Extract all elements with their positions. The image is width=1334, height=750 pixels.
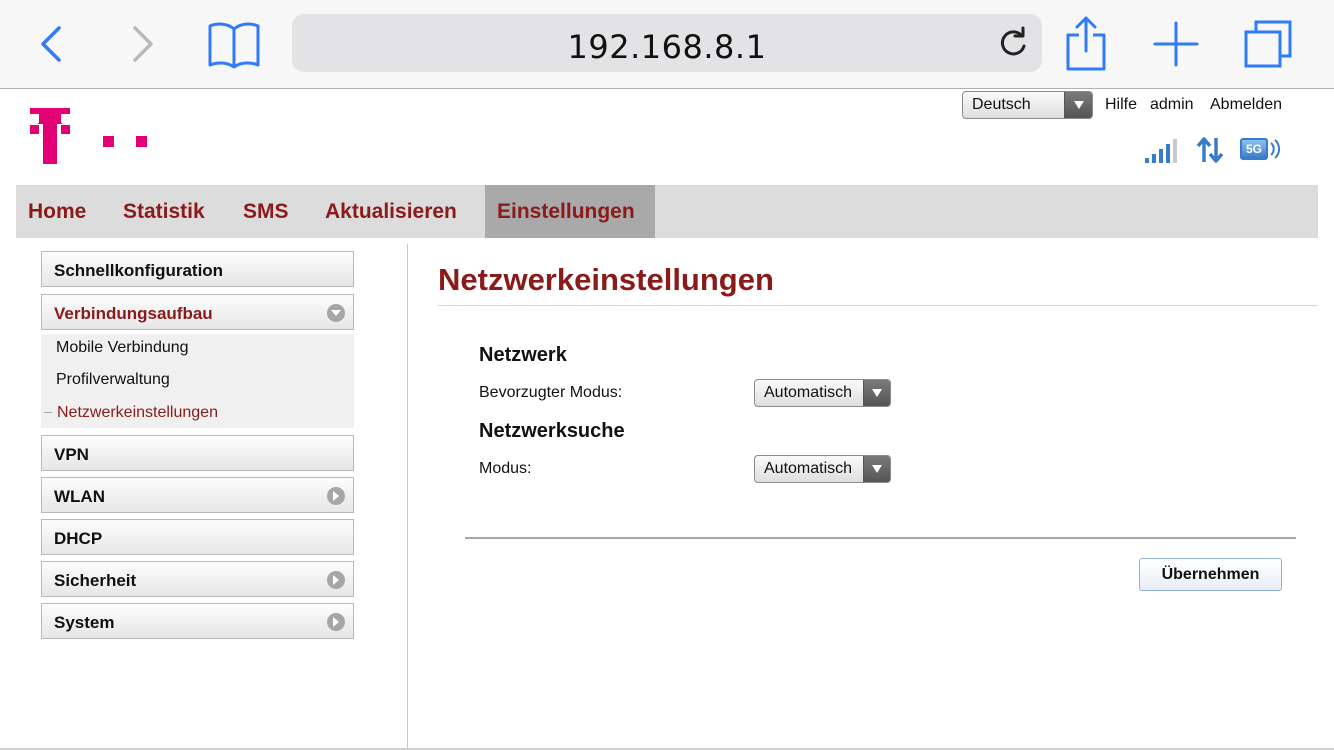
tabs-icon <box>1244 20 1292 68</box>
sidebar-item-label: VPN <box>54 445 89 464</box>
search-mode-value: Automatisch <box>764 460 853 477</box>
status-icons: 5G <box>1144 136 1284 166</box>
language-select[interactable]: Deutsch <box>962 91 1093 119</box>
search-mode-select[interactable]: Automatisch <box>754 455 891 483</box>
active-marker <box>44 412 52 413</box>
plus-icon <box>1153 21 1199 67</box>
nav-einstellungen[interactable]: Einstellungen <box>485 185 655 238</box>
chevron-left-icon <box>41 26 61 62</box>
sidebar-item-wlan[interactable]: WLAN <box>41 477 354 513</box>
submenu-item-profilverwaltung[interactable]: Profilverwaltung <box>56 371 170 389</box>
back-button[interactable] <box>24 16 80 72</box>
help-link[interactable]: Hilfe <box>1105 96 1137 114</box>
sidebar-item-label: WLAN <box>54 487 105 506</box>
preferred-mode-value: Automatisch <box>764 384 853 401</box>
network-5g-badge: 5G <box>1240 138 1268 160</box>
book-icon <box>208 22 260 69</box>
dropdown-arrow-icon <box>1064 92 1092 118</box>
sidebar-item-vpn[interactable]: VPN <box>41 435 354 471</box>
reload-icon[interactable] <box>996 26 1030 60</box>
new-tab-button[interactable] <box>1148 16 1204 72</box>
sidebar-item-system[interactable]: System <box>41 603 354 639</box>
sidebar-item-sicherheit[interactable]: Sicherheit <box>41 561 354 597</box>
content-divider <box>465 537 1296 539</box>
bookmarks-button[interactable] <box>206 16 262 72</box>
submenu-item-mobile-verbindung[interactable]: Mobile Verbindung <box>56 339 189 357</box>
submenu-item-netzwerkeinstellungen[interactable]: Netzwerkeinstellungen <box>57 404 218 422</box>
logout-link[interactable]: Abmelden <box>1210 96 1282 114</box>
sidebar-item-label: Verbindungsaufbau <box>54 304 213 323</box>
title-divider <box>438 305 1318 306</box>
sidebar-item-label: Sicherheit <box>54 571 137 590</box>
signal-strength-icon <box>1145 139 1177 163</box>
chevron-right-icon <box>327 613 345 631</box>
sidebar-item-label: DHCP <box>54 529 103 548</box>
browser-toolbar: 192.168.8.1 <box>0 0 1334 89</box>
share-icon <box>1066 16 1106 71</box>
page-title: Netzwerkeinstellungen <box>438 262 774 297</box>
nav-aktualisieren[interactable]: Aktualisieren <box>313 185 469 238</box>
sidebar-item-dhcp[interactable]: DHCP <box>41 519 354 555</box>
nav-home[interactable]: Home <box>16 185 98 238</box>
url-text: 192.168.8.1 <box>567 28 767 66</box>
share-button[interactable] <box>1058 16 1114 72</box>
wifi-waves-icon <box>1270 139 1281 159</box>
user-link[interactable]: admin <box>1150 96 1194 114</box>
nav-statistik[interactable]: Statistik <box>111 185 217 238</box>
forward-button[interactable] <box>114 16 170 72</box>
chevron-down-icon <box>327 304 345 322</box>
preferred-mode-label: Bevorzugter Modus: <box>479 384 623 401</box>
tabs-button[interactable] <box>1240 16 1296 72</box>
chevron-right-icon <box>327 571 345 589</box>
section-heading-netzwerk: Netzwerk <box>479 344 567 366</box>
language-value: Deutsch <box>972 96 1031 113</box>
preferred-mode-select[interactable]: Automatisch <box>754 379 891 407</box>
chevron-right-icon <box>133 26 153 62</box>
sidebar-item-verbindungsaufbau[interactable]: Verbindungsaufbau <box>41 294 354 330</box>
dropdown-arrow-icon <box>863 380 890 406</box>
sidebar-divider <box>407 244 408 750</box>
section-heading-netzwerksuche: Netzwerksuche <box>479 420 625 442</box>
telekom-logo[interactable] <box>30 108 150 170</box>
data-transfer-icon <box>1196 137 1224 163</box>
main-navigation: Home Statistik SMS Aktualisieren Einstel… <box>16 185 1318 238</box>
chevron-right-icon <box>327 487 345 505</box>
sidebar-item-label: Schnellkonfiguration <box>54 261 224 280</box>
address-bar[interactable]: 192.168.8.1 <box>292 14 1042 72</box>
sidebar-item-schnellkonfiguration[interactable]: Schnellkonfiguration <box>41 251 354 287</box>
search-mode-label: Modus: <box>479 460 532 477</box>
sidebar-item-label: System <box>54 613 115 632</box>
apply-button[interactable]: Übernehmen <box>1139 558 1282 591</box>
sidebar-submenu: Mobile Verbindung Profilverwaltung Netzw… <box>41 334 354 428</box>
dropdown-arrow-icon <box>863 456 890 482</box>
nav-sms[interactable]: SMS <box>231 185 301 238</box>
